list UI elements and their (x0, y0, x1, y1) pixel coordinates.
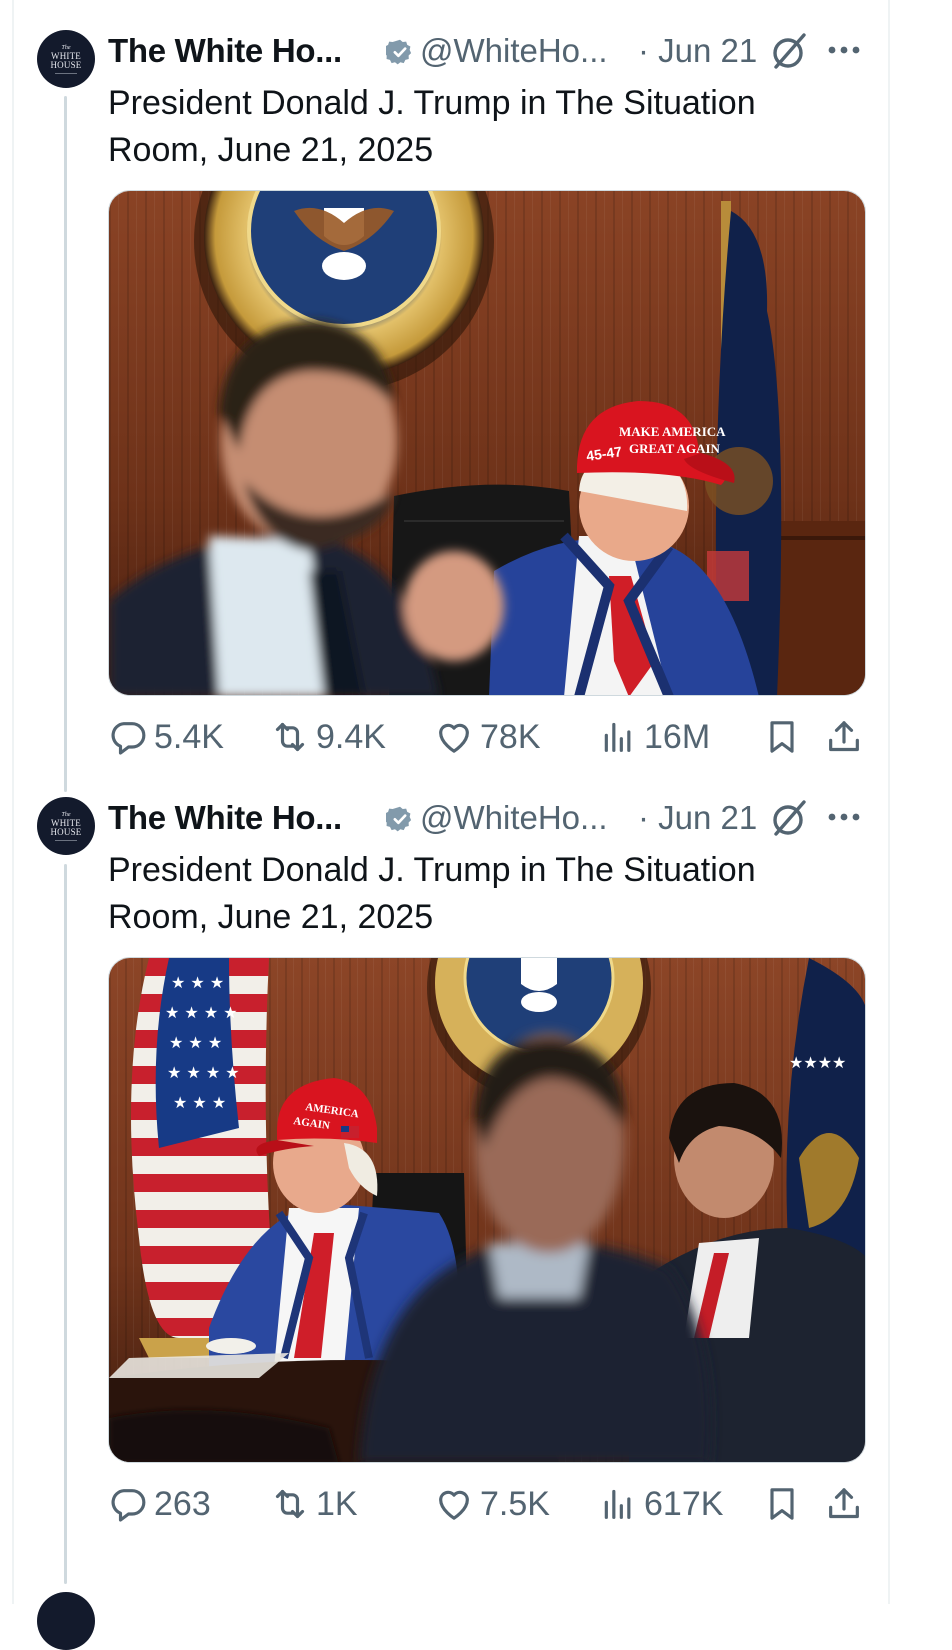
photo-situation-room-trump-rubio: ★ ★ ★ ★ ★ ★ ★ ★ ★ ★ ★ ★ ★ ★ ★ ★ ★ ★★★★ AME… (109, 958, 865, 1462)
more-options-icon[interactable] (824, 30, 864, 70)
heart-icon (439, 723, 469, 753)
avatar-text: The (61, 44, 71, 51)
bookmark-button[interactable] (762, 1479, 802, 1529)
svg-text:★ ★ ★: ★ ★ ★ (173, 1093, 226, 1112)
tweet[interactable]: The WHITE HOUSE The White Ho... @WhiteHo… (0, 0, 952, 776)
tweet[interactable]: The WHITE HOUSE The White Ho... @WhiteHo… (0, 767, 952, 1557)
avatar-text: HOUSE (50, 59, 82, 70)
reply-icon (111, 722, 146, 755)
repost-button[interactable]: 1K (270, 1479, 358, 1529)
repost-count: 9.4K (316, 717, 386, 756)
tweet-date[interactable]: · Jun 21 (638, 32, 757, 70)
verified-badge-icon[interactable] (386, 805, 414, 833)
views-chart-icon (604, 722, 631, 752)
reply-button[interactable]: 5.4K (108, 712, 224, 762)
share-button[interactable] (824, 1479, 864, 1529)
avatar-next-tweet-partial[interactable] (37, 1592, 95, 1650)
like-count: 78K (480, 717, 541, 756)
author-handle[interactable]: @WhiteHo... (420, 32, 608, 70)
like-button[interactable]: 78K (434, 712, 541, 762)
view-count: 16M (644, 717, 711, 756)
repost-icon (275, 722, 305, 752)
repost-count: 1K (316, 1484, 358, 1523)
share-icon (829, 1488, 859, 1519)
avatar-text: The (61, 811, 71, 818)
tweet-actions: 263 1K 7.5K 617K (108, 1479, 868, 1529)
reply-icon (111, 1489, 146, 1522)
heart-icon (439, 1490, 469, 1520)
bookmark-icon (770, 1488, 794, 1520)
tweet-photo[interactable]: MAKE AMERICA GREAT AGAIN 45-47 (108, 190, 866, 696)
avatar[interactable]: The WHITE HOUSE (37, 797, 95, 855)
author-name[interactable]: The White Ho... (108, 799, 342, 837)
share-button[interactable] (824, 712, 864, 762)
author-name[interactable]: The White Ho... (108, 32, 342, 70)
more-options-icon[interactable] (824, 797, 864, 837)
tweet-header: The White Ho... @WhiteHo... · Jun 21 (108, 797, 868, 841)
view-count: 617K (644, 1484, 724, 1523)
tweet-date[interactable]: · Jun 21 (638, 799, 757, 837)
tweet-header: The White Ho... @WhiteHo... · Jun 21 (108, 30, 868, 74)
timeline: The WHITE HOUSE The White Ho... @WhiteHo… (0, 0, 952, 1650)
views-button[interactable]: 16M (598, 712, 710, 762)
tweet-text: President Donald J. Trump in The Situati… (108, 84, 756, 169)
svg-text:★★★★: ★★★★ (789, 1053, 846, 1072)
avatar-rule (55, 839, 77, 841)
bookmark-button[interactable] (762, 712, 802, 762)
like-count: 7.5K (480, 1484, 550, 1523)
reply-count: 5.4K (154, 717, 224, 756)
bookmark-icon (770, 721, 794, 753)
share-icon (829, 721, 859, 752)
repost-button[interactable]: 9.4K (270, 712, 386, 762)
svg-text:★ ★ ★: ★ ★ ★ (169, 1033, 222, 1052)
views-button[interactable]: 617K (598, 1479, 723, 1529)
tweet-actions: 5.4K 9.4K 78K 16M (108, 712, 868, 762)
reply-count: 263 (154, 1484, 211, 1523)
svg-text:GREAT AGAIN: GREAT AGAIN (629, 441, 721, 456)
svg-text:★ ★ ★ ★: ★ ★ ★ ★ (167, 1063, 240, 1082)
repost-icon (275, 1489, 305, 1519)
svg-text:★ ★ ★: ★ ★ ★ (171, 973, 224, 992)
tweet-photo[interactable]: ★ ★ ★ ★ ★ ★ ★ ★ ★ ★ ★ ★ ★ ★ ★ ★ ★ ★★★★ A… (108, 957, 866, 1463)
verified-badge-icon[interactable] (386, 38, 414, 66)
grok-icon[interactable] (768, 799, 808, 839)
svg-text:MAKE AMERICA: MAKE AMERICA (619, 424, 726, 439)
avatar-rule (55, 72, 77, 74)
views-chart-icon (604, 1489, 631, 1519)
author-handle[interactable]: @WhiteHo... (420, 799, 608, 837)
reply-button[interactable]: 263 (108, 1479, 211, 1529)
tweet-text: President Donald J. Trump in The Situati… (108, 851, 756, 936)
photo-situation-room-vance-trump: MAKE AMERICA GREAT AGAIN 45-47 (109, 191, 865, 695)
avatar[interactable]: The WHITE HOUSE (37, 30, 95, 88)
like-button[interactable]: 7.5K (434, 1479, 550, 1529)
avatar-text: HOUSE (50, 826, 82, 837)
svg-text:★ ★ ★ ★: ★ ★ ★ ★ (165, 1003, 238, 1022)
grok-icon[interactable] (768, 32, 808, 72)
